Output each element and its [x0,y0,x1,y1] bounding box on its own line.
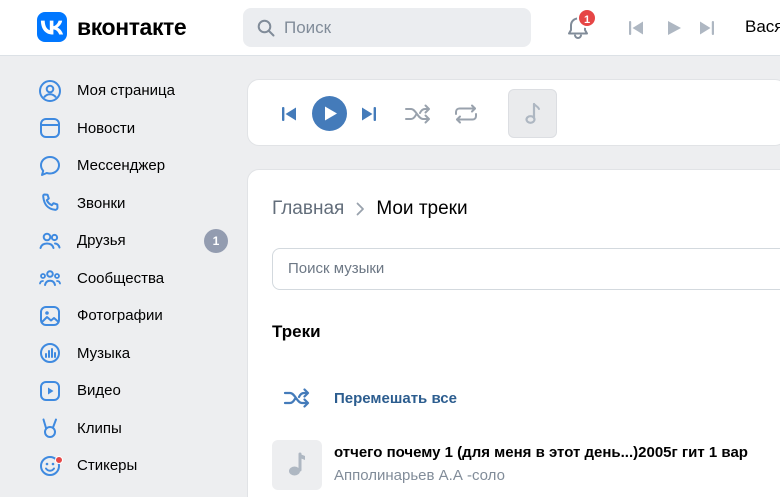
next-track-icon [362,106,376,121]
video-icon [38,379,62,403]
page-title: Мои треки [376,198,468,219]
communities-icon [38,266,62,290]
vk-logo-icon [37,12,67,42]
sidebar-item-label: Видео [77,382,121,400]
clips-icon [38,416,62,440]
track-cover[interactable] [272,440,322,490]
notification-badge: 1 [577,8,597,28]
track-title[interactable]: отчего почему 1 (для меня в этот день...… [334,444,748,461]
vk-logo[interactable]: вконтакте [37,12,187,42]
music-note-icon [289,452,305,476]
sidebar-item-photos[interactable]: Фотографии [36,297,236,335]
music-search-input[interactable]: Поиск музыки [272,248,780,290]
shuffle-all-label: Перемешать все [334,389,457,407]
friends-count-badge: 1 [204,229,228,253]
music-note-icon [525,102,540,124]
repeat-icon [455,104,477,123]
sidebar-item-clips[interactable]: Клипы [36,410,236,448]
sidebar-item-my-page[interactable]: Моя страница [36,72,236,110]
sidebar-item-label: Моя страница [77,82,175,100]
sidebar-item-label: Музыка [77,344,131,362]
shuffle-all-button[interactable]: Перемешать все [272,383,457,413]
search-input[interactable]: Поиск [243,8,531,47]
sidebar-item-label: Клипы [77,419,122,437]
sidebar-item-music[interactable]: Музыка [36,335,236,373]
photo-icon [38,304,62,328]
sidebar-item-calls[interactable]: Звонки [36,185,236,223]
friends-icon [38,229,62,253]
sidebar-item-communities[interactable]: Сообщества [36,260,236,298]
sidebar-item-video[interactable]: Видео [36,372,236,410]
play-button[interactable] [312,96,347,131]
sidebar-item-label: Звонки [77,194,126,212]
previous-track-icon [282,106,296,121]
sidebar-item-label: Новости [77,119,136,137]
next-button[interactable] [360,80,378,147]
sidebar-item-label: Фотографии [77,307,163,325]
top-header: вконтакте Поиск 1 Вася [0,0,780,56]
header-prev-icon[interactable] [627,19,645,37]
search-placeholder: Поиск [284,17,332,37]
chevron-right-icon [356,202,365,216]
shuffle-icon [405,104,430,123]
sidebar-item-label: Мессенджер [77,157,166,175]
user-circle-icon [38,79,62,103]
track-artist[interactable]: Апполинарьев А.А -соло [334,467,505,484]
header-user-name[interactable]: Вася [745,17,780,37]
play-icon [325,106,337,121]
sidebar-item-label: Друзья [77,232,126,250]
phone-icon [38,191,62,215]
message-icon [38,154,62,178]
sidebar-item-label: Сообщества [77,269,165,287]
stickers-new-dot [55,456,63,464]
sidebar-item-news[interactable]: Новости [36,110,236,148]
header-play-icon[interactable] [665,19,683,37]
now-playing-cover[interactable] [508,89,557,138]
logo-text: вконтакте [77,13,187,40]
news-icon [38,116,62,140]
tracks-section-title: Треки [272,322,321,341]
music-icon [38,341,62,365]
track-row[interactable]: отчего почему 1 (для меня в этот день...… [272,440,780,492]
shuffle-button[interactable] [404,80,432,147]
breadcrumb: Главная Мои треки [272,198,468,220]
left-sidebar: Моя страница Новости Мессенджер Звонки Д… [36,72,236,485]
repeat-button[interactable] [452,80,480,147]
header-next-icon[interactable] [698,19,716,37]
music-content-card: Главная Мои треки Поиск музыки Треки Пер… [247,169,780,497]
sidebar-item-friends[interactable]: Друзья 1 [36,222,236,260]
prev-button[interactable] [280,80,298,147]
sidebar-item-stickers[interactable]: Стикеры [36,447,236,485]
search-icon [257,19,275,36]
shuffle-all-icon [272,388,322,408]
sidebar-item-label: Стикеры [77,457,138,475]
breadcrumb-home-link[interactable]: Главная [272,198,344,220]
audio-player-bar [247,79,780,146]
sidebar-item-messenger[interactable]: Мессенджер [36,147,236,185]
